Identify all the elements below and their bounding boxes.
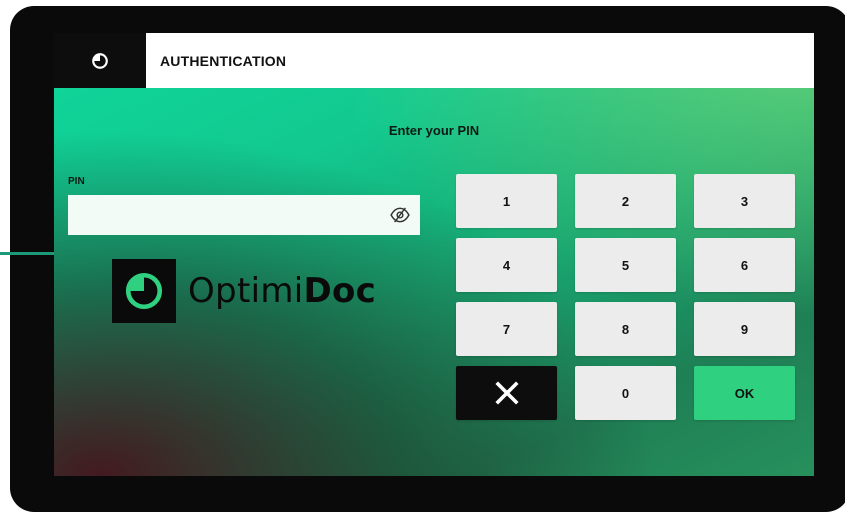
screen: AUTHENTICATION Enter your PIN PIN Optimi… [54,33,814,476]
connector-line [0,252,60,255]
logo-text: OptimiDoc [188,271,376,311]
key-7[interactable]: 7 [456,302,557,356]
key-4[interactable]: 4 [456,238,557,292]
eye-off-icon [390,207,410,223]
key-8[interactable]: 8 [575,302,676,356]
key-3[interactable]: 3 [694,174,795,228]
pin-field [68,195,420,235]
key-9[interactable]: 9 [694,302,795,356]
key-6[interactable]: 6 [694,238,795,292]
pin-label: PIN [68,176,85,187]
optimidoc-logo-icon [125,272,163,310]
logo-text-regular: Optimi [188,271,304,311]
header: AUTHENTICATION [54,33,814,88]
logo-mark [112,259,176,323]
toggle-visibility-button[interactable] [380,195,420,235]
optimidoc-logo-icon [92,52,108,69]
ok-button[interactable]: OK [694,366,795,420]
key-5[interactable]: 5 [575,238,676,292]
optimidoc-logo: OptimiDoc [112,259,376,323]
key-0[interactable]: 0 [575,366,676,420]
page-title: AUTHENTICATION [160,52,287,69]
logo-text-bold: Doc [303,271,377,311]
key-2[interactable]: 2 [575,174,676,228]
delete-button[interactable] [456,366,557,420]
close-icon [494,381,519,405]
pin-input[interactable] [68,195,380,235]
pin-prompt: Enter your PIN [388,123,480,138]
home-button[interactable] [54,33,146,88]
key-1[interactable]: 1 [456,174,557,228]
keypad: 1 2 3 4 5 6 7 8 9 0 OK [456,174,795,420]
